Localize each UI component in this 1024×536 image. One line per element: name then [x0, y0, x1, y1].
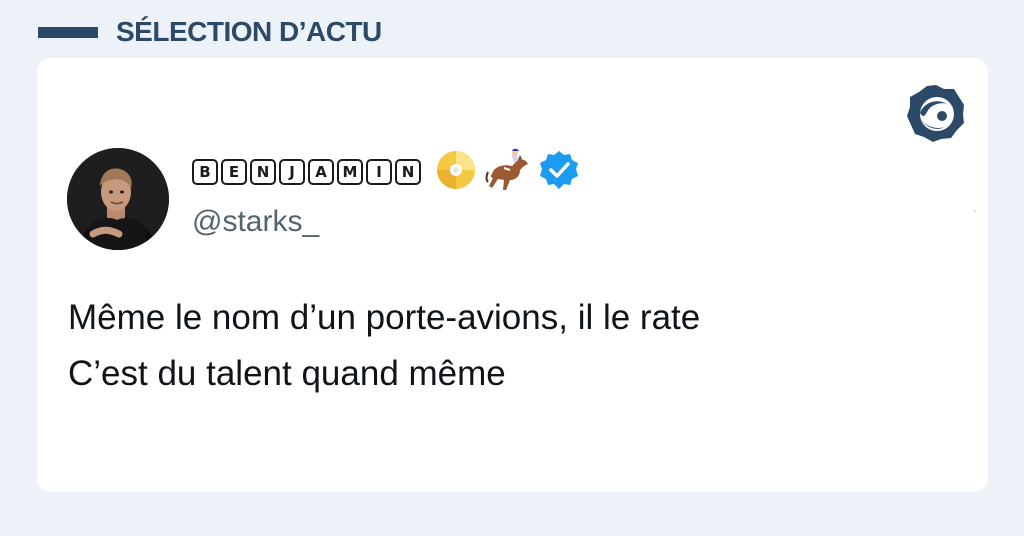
fish-eye-logo-icon: [905, 82, 967, 144]
name-letter: N: [250, 159, 276, 185]
verified-badge-icon: [538, 149, 580, 196]
name-letter: M: [337, 159, 363, 185]
name-letter: I: [366, 159, 392, 185]
tweet-line: C’est du talent quand même: [68, 354, 506, 393]
name-letter: E: [221, 159, 247, 185]
cd-icon: [434, 148, 478, 197]
tweet-card: [37, 58, 988, 492]
user-handle[interactable]: @starks_: [192, 205, 319, 239]
tweet-line: Même le nom d’un porte-avions, il le rat…: [68, 298, 701, 337]
display-name[interactable]: B E N J A M I N: [192, 148, 580, 191]
header-accent-bar: [38, 26, 98, 38]
name-letter: B: [192, 159, 218, 185]
name-letter: N: [395, 159, 421, 185]
decorative-dot: [974, 210, 976, 212]
tweet-text: Même le nom d’un porte-avions, il le rat…: [68, 290, 700, 402]
name-letter: A: [308, 159, 334, 185]
section-header: SÉLECTION D’ACTU: [38, 12, 382, 52]
header-title: SÉLECTION D’ACTU: [116, 16, 382, 47]
horse-racing-icon: [484, 148, 532, 197]
name-letter: J: [279, 159, 305, 185]
avatar[interactable]: [67, 148, 169, 250]
